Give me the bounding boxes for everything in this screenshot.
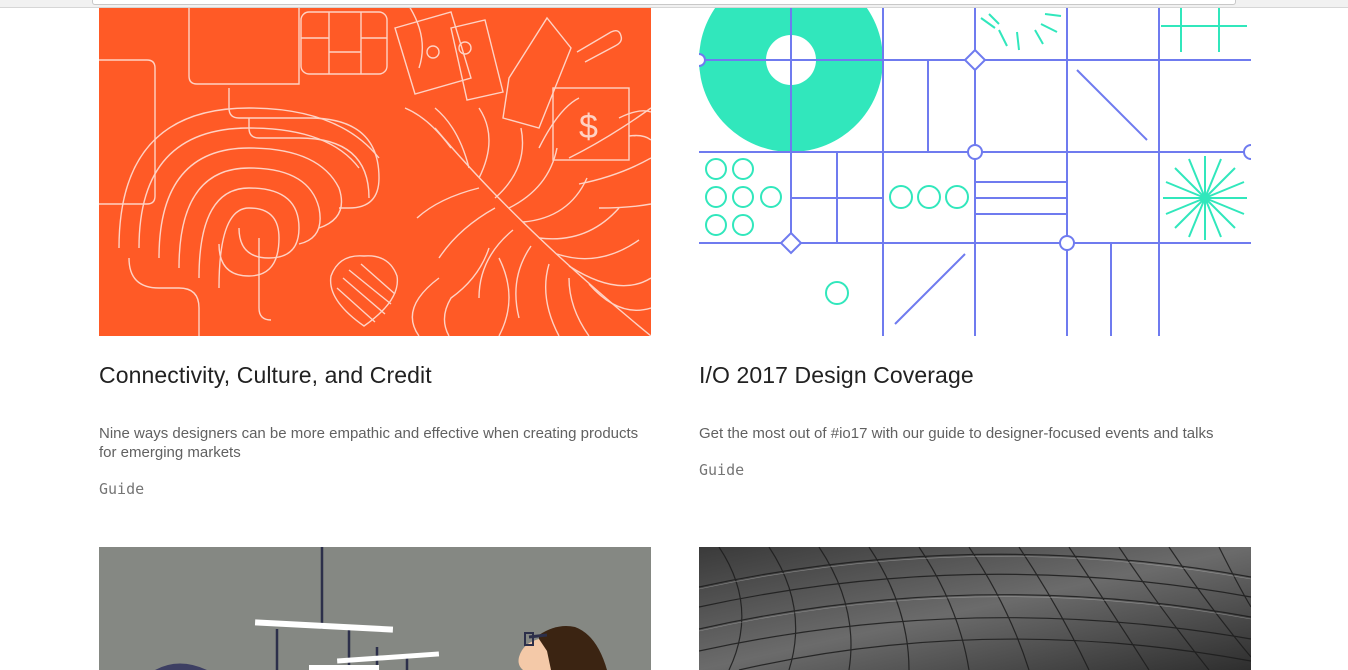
mobile-and-person-illustration[interactable] [99, 547, 651, 670]
geometric-grid-illustration[interactable] [699, 8, 1251, 336]
card-title[interactable]: Connectivity, Culture, and Credit [99, 362, 432, 389]
svg-text:$: $ [579, 108, 598, 146]
card-description: Nine ways designers can be more empathic… [99, 425, 639, 461]
card-tag[interactable]: Guide [699, 461, 744, 479]
address-bar[interactable] [92, 0, 1236, 5]
card-title[interactable]: I/O 2017 Design Coverage [699, 362, 974, 389]
article-card[interactable]: $ Connectivity, Culture, and Credit Nine… [99, 8, 651, 528]
fern-heart-fingerprint-illustration[interactable]: $ [99, 8, 651, 336]
card-tag[interactable]: Guide [99, 480, 144, 498]
article-card[interactable]: I/O 2017 Design Coverage Get the most ou… [699, 8, 1251, 528]
curved-tiled-ceiling-photo[interactable] [699, 547, 1251, 670]
browser-chrome-edge [0, 0, 1348, 8]
card-description: Get the most out of #io17 with our guide… [699, 425, 1214, 442]
